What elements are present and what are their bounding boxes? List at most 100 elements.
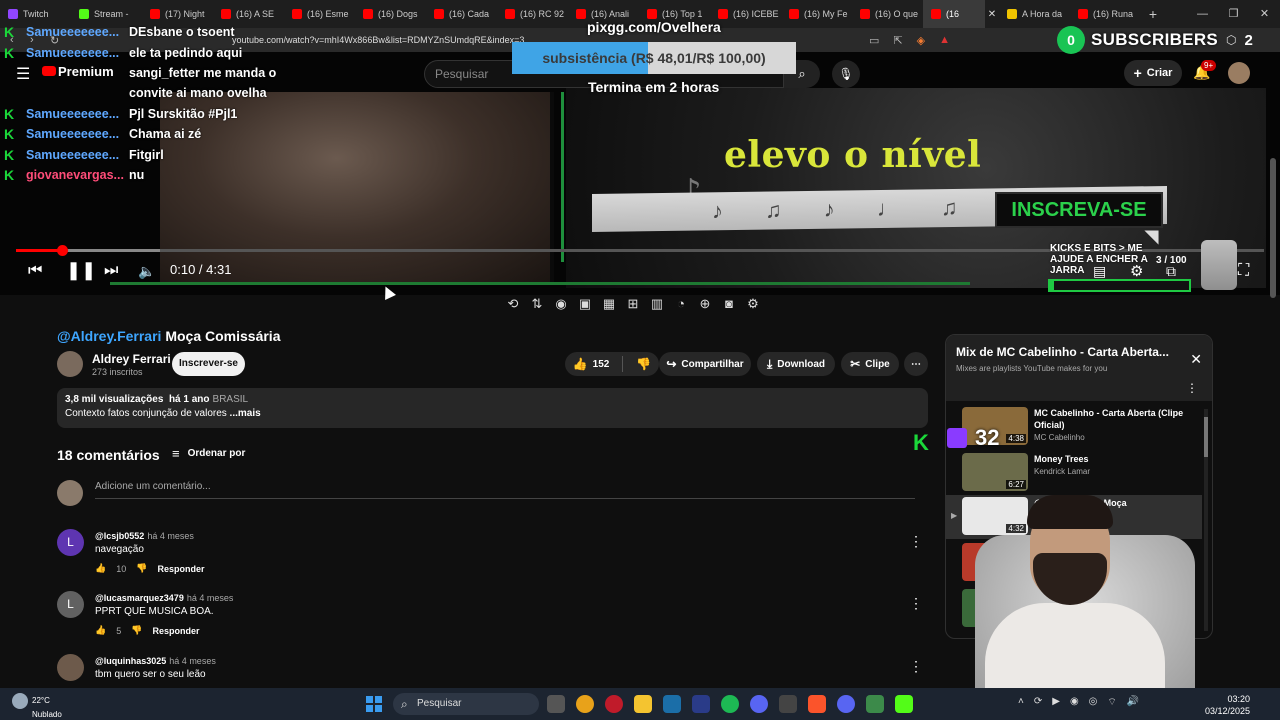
browser-tab[interactable]: (16) Dogs xyxy=(355,0,426,28)
channel-name[interactable]: Aldrey Ferrari xyxy=(92,352,171,366)
like-icon[interactable]: 👍 xyxy=(573,357,588,371)
browser-tab[interactable]: (16) My Fe xyxy=(781,0,852,28)
brave-icon[interactable] xyxy=(808,695,826,713)
speed-icon[interactable]: ◔ xyxy=(673,296,689,312)
channel-avatar[interactable] xyxy=(57,351,83,377)
tab-close-icon[interactable]: ✕ xyxy=(985,0,999,28)
dislike-icon[interactable]: 👎 xyxy=(636,357,651,371)
app-icon[interactable] xyxy=(750,695,768,713)
more-vertical-icon[interactable]: ⋮ xyxy=(909,595,923,612)
volume-icon[interactable]: 🔊 xyxy=(1127,696,1139,709)
browser-tab[interactable]: (16) RC 92 xyxy=(497,0,568,28)
captions-icon[interactable]: ▥ xyxy=(649,296,665,312)
new-tab-icon[interactable]: + xyxy=(1141,6,1165,22)
aspect-ratio-icon[interactable]: ⊞ xyxy=(625,296,641,312)
app-icon[interactable] xyxy=(866,695,884,713)
comment-author[interactable]: @luquinhas3025 xyxy=(95,656,166,666)
comment-author[interactable]: @lcsjb0552 xyxy=(95,531,144,541)
start-icon[interactable] xyxy=(366,696,382,712)
play-icon[interactable]: ▶ xyxy=(1052,696,1060,709)
tray-app-icon[interactable]: ◉ xyxy=(1070,696,1079,709)
comment-avatar[interactable]: L xyxy=(57,529,84,556)
taskbar-clock[interactable]: 03:20 03/12/2025 xyxy=(1200,693,1250,717)
spotify-icon[interactable] xyxy=(721,695,739,713)
taskbar-search[interactable]: Pesquisar xyxy=(393,693,539,715)
more-actions-button[interactable]: ⋯ xyxy=(904,352,928,376)
reply-button[interactable]: Responder xyxy=(152,626,199,636)
browser-tab[interactable]: (16) Cada xyxy=(426,0,497,28)
app-icon[interactable] xyxy=(692,695,710,713)
voice-search-button[interactable]: 🎙 xyxy=(832,60,860,88)
subscribe-button[interactable]: Inscrever-se xyxy=(172,352,245,376)
volume-icon[interactable]: 🔈 xyxy=(138,263,155,280)
sort-arrows-icon[interactable]: ⇅ xyxy=(529,296,545,312)
playlist-item[interactable]: 6:27 Money Trees Kendrick Lamar xyxy=(946,451,1202,495)
dislike-icon[interactable]: 👎 xyxy=(131,625,142,636)
more-vertical-icon[interactable]: ⋮ xyxy=(909,658,923,675)
cast-icon[interactable]: ▭ xyxy=(869,34,879,47)
share-icon[interactable]: ⇱ xyxy=(893,34,902,47)
page-scroll-thumb[interactable] xyxy=(1270,158,1276,298)
settings-icon[interactable]: ⚙ xyxy=(1130,262,1143,280)
brave-shield-icon[interactable]: ◈ xyxy=(917,34,925,47)
share-button[interactable]: ↪ Compartilhar xyxy=(659,352,751,376)
more-vertical-icon[interactable]: ⋮ xyxy=(909,533,923,550)
pause-icon[interactable]: ❚❚ xyxy=(66,260,96,281)
camera-icon[interactable]: ◙ xyxy=(721,296,737,312)
film-icon[interactable]: ▦ xyxy=(601,296,617,312)
title-handle-link[interactable]: @Aldrey.Ferrari xyxy=(57,328,161,344)
more-vertical-icon[interactable]: ⋮ xyxy=(1186,381,1198,395)
playlist-title[interactable]: Mix de MC Cabelinho - Carta Aberta... xyxy=(956,345,1181,359)
subtitles-icon[interactable]: ▤ xyxy=(1093,263,1106,280)
playlist-scroll-thumb[interactable] xyxy=(1204,417,1208,457)
fullscreen-icon[interactable]: ⛶ xyxy=(1238,262,1249,280)
weather-widget[interactable]: 22°C Nublado xyxy=(12,693,62,720)
chrome-icon[interactable] xyxy=(576,695,594,713)
audio-waves-icon[interactable]: ◉ xyxy=(553,296,569,312)
miniplayer-icon[interactable]: ⧉ xyxy=(1166,263,1176,280)
create-button[interactable]: + Criar xyxy=(1124,60,1182,86)
task-view-icon[interactable] xyxy=(547,695,565,713)
gear-icon[interactable]: ⚙ xyxy=(745,296,761,312)
sync-icon[interactable]: ⟳ xyxy=(1034,696,1042,709)
browser-tab[interactable]: (16) Runa xyxy=(1070,0,1141,28)
add-screen-icon[interactable]: ⊕ xyxy=(697,296,713,312)
show-more-link[interactable]: ...mais xyxy=(227,408,261,419)
browser-tab[interactable]: A Hora da xyxy=(999,0,1070,28)
like-icon[interactable]: 👍 xyxy=(95,563,106,574)
video-settings-icon[interactable]: ▣ xyxy=(577,296,593,312)
browser-tab[interactable]: (16 xyxy=(923,0,985,28)
like-icon[interactable]: 👍 xyxy=(95,625,106,636)
dislike-icon[interactable]: 👎 xyxy=(136,563,147,574)
country-tag[interactable]: BRASIL xyxy=(213,394,249,405)
maximize-icon[interactable]: ❐ xyxy=(1218,0,1249,28)
steam-icon[interactable] xyxy=(663,695,681,713)
discord-icon[interactable] xyxy=(837,695,855,713)
reply-button[interactable]: Responder xyxy=(157,564,204,574)
description-box[interactable]: 3,8 mil visualizações há 1 ano BRASIL Con… xyxy=(57,388,928,428)
chevron-up-icon[interactable]: ˄ xyxy=(1018,696,1024,709)
close-icon[interactable]: ✕ xyxy=(1249,0,1280,28)
opera-icon[interactable] xyxy=(605,695,623,713)
folder-icon[interactable] xyxy=(634,695,652,713)
wifi-icon[interactable]: ⌔ xyxy=(1107,696,1116,709)
clip-button[interactable]: ✂ Clipe xyxy=(841,352,899,376)
page-scrollbar[interactable] xyxy=(1270,88,1278,688)
brave-rewards-icon[interactable]: ▲ xyxy=(939,34,950,47)
account-avatar[interactable] xyxy=(1228,62,1250,84)
close-icon[interactable]: ✕ xyxy=(1190,351,1202,368)
next-icon[interactable]: ⏭ xyxy=(104,262,118,280)
download-button[interactable]: ⤓ Download xyxy=(757,352,835,376)
app-icon[interactable] xyxy=(779,695,797,713)
tray-app-icon[interactable]: ◎ xyxy=(1089,696,1098,709)
minimize-icon[interactable]: — xyxy=(1187,0,1218,28)
previous-icon[interactable]: ⏮ xyxy=(28,262,42,280)
add-comment-input[interactable]: Adicione um comentário... xyxy=(95,481,915,499)
kick-app-icon[interactable] xyxy=(895,695,913,713)
comment-avatar[interactable] xyxy=(57,654,84,681)
comment-avatar[interactable]: L xyxy=(57,591,84,618)
comment-author[interactable]: @lucasmarquez3479 xyxy=(95,593,184,603)
browser-tab[interactable]: (16) O que xyxy=(852,0,923,28)
loop-icon[interactable]: ⟲ xyxy=(505,296,521,312)
sort-comments-button[interactable]: ≡ Ordenar por xyxy=(172,446,245,461)
